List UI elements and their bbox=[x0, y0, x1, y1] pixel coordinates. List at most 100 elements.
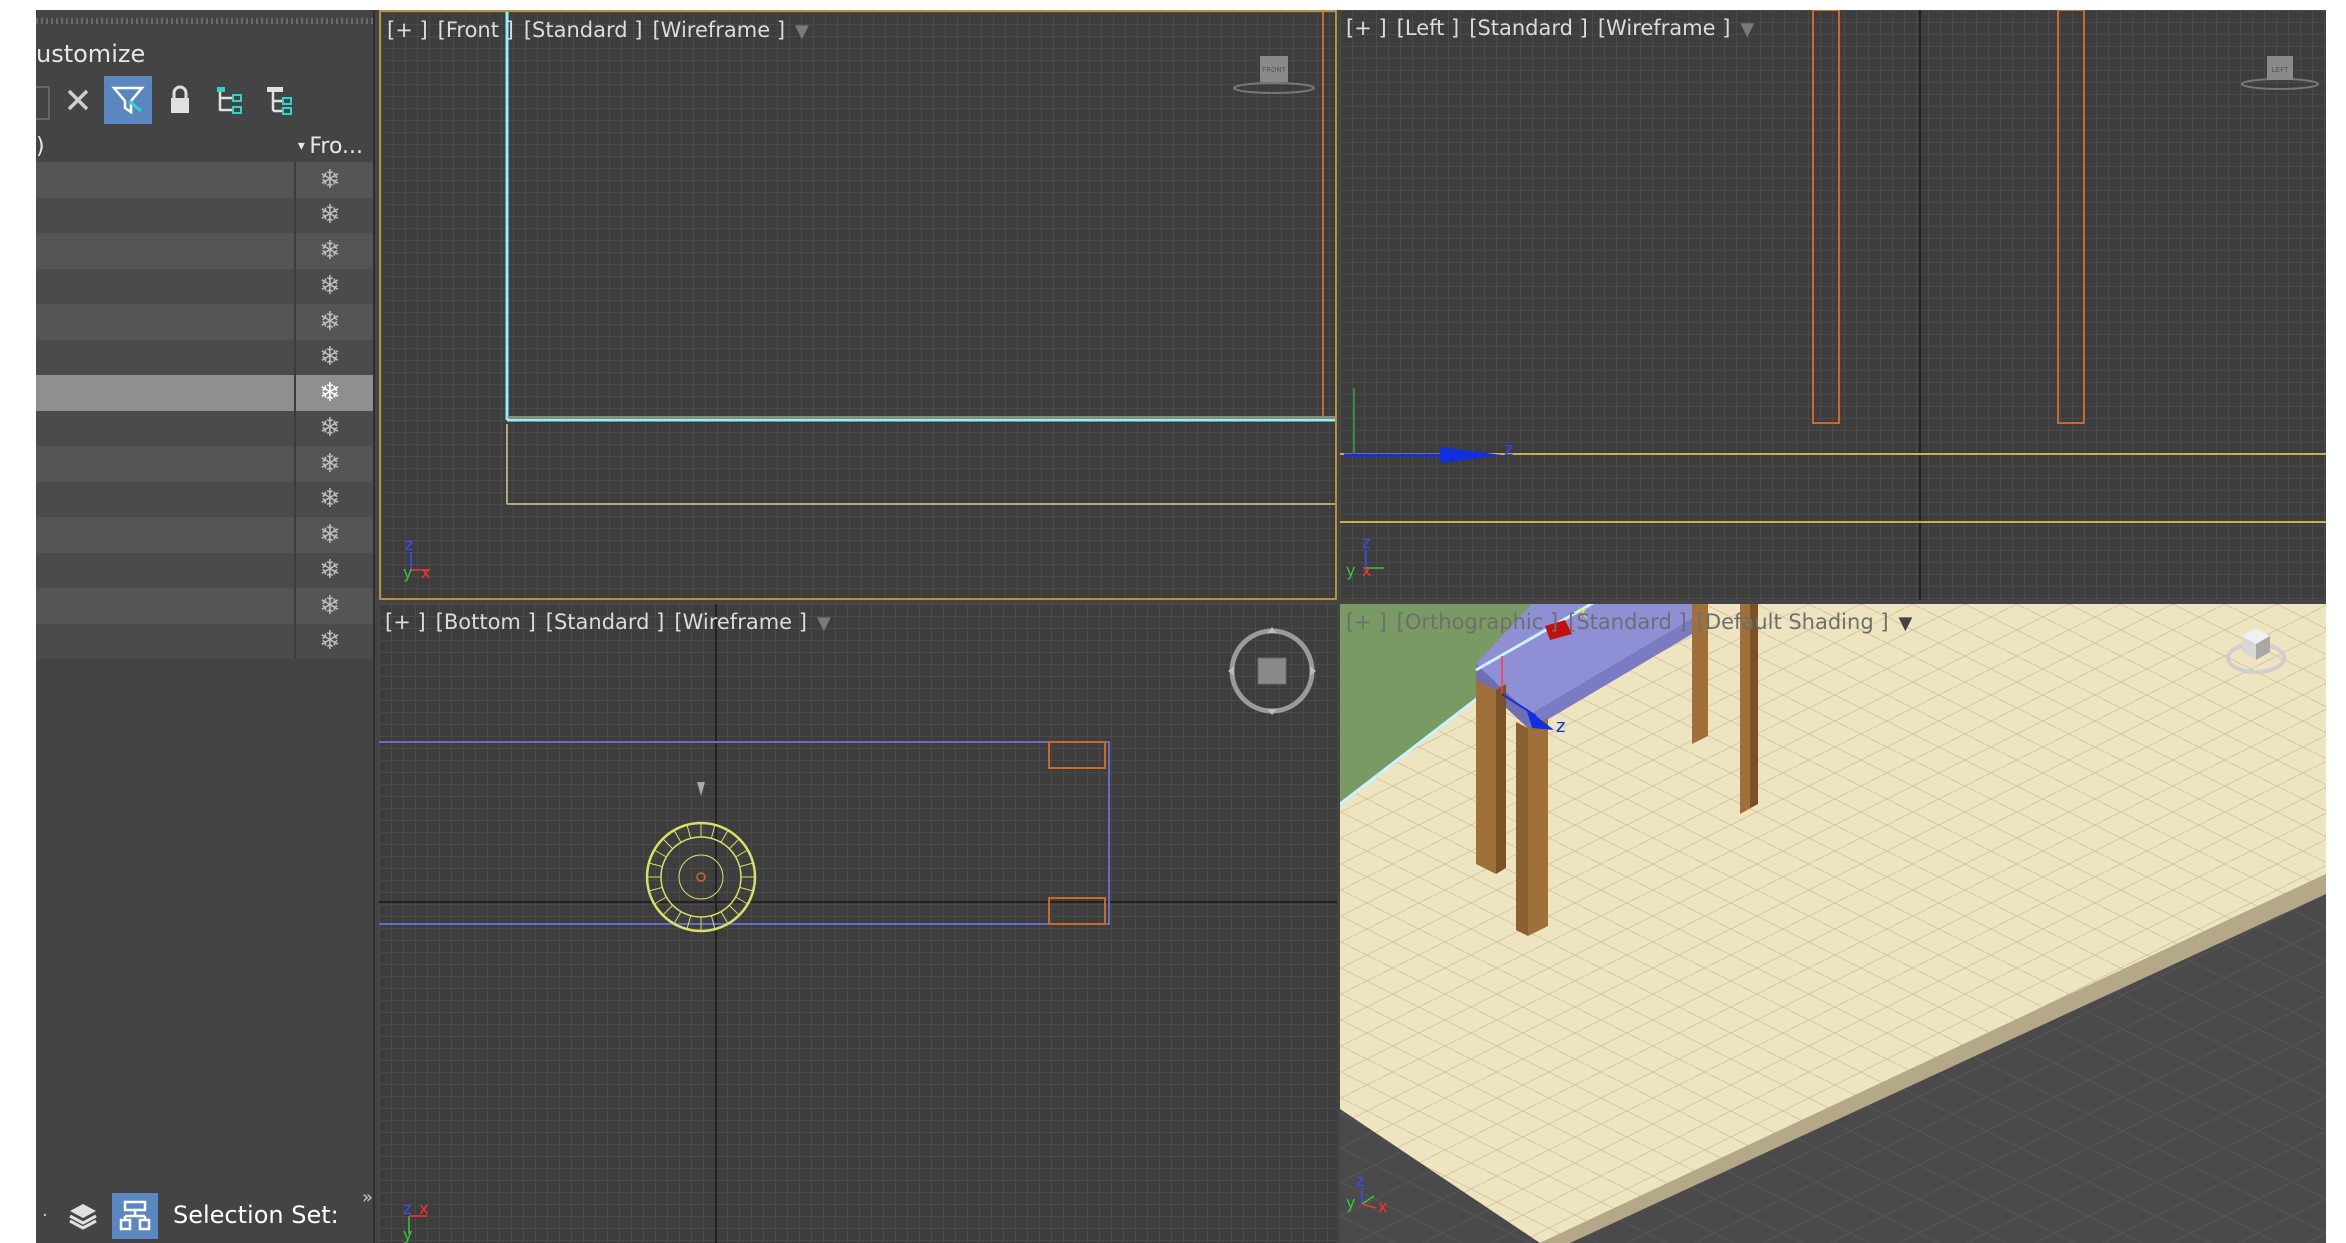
svg-text:y: y bbox=[403, 1225, 412, 1243]
viewport-menu-plus[interactable]: [+ ] bbox=[1346, 16, 1387, 40]
freeze-toggle-icon[interactable]: ❄ bbox=[294, 481, 364, 517]
viewport-mode-menu[interactable]: [Standard ] bbox=[1568, 610, 1687, 634]
freeze-toggle-icon[interactable]: ❄ bbox=[294, 233, 364, 269]
close-button[interactable] bbox=[54, 76, 102, 124]
freeze-toggle-icon[interactable]: ❄ bbox=[294, 304, 364, 340]
cylinder-segment bbox=[735, 849, 749, 858]
layers-button[interactable] bbox=[60, 1193, 106, 1239]
cylinder-segment bbox=[648, 862, 663, 868]
viewport-orthographic[interactable]: z X z y x [+ ][Orthographic ][Standard bbox=[1340, 604, 2326, 1243]
list-item[interactable]: ❄ bbox=[36, 268, 373, 304]
table-leg bbox=[1528, 718, 1548, 936]
list-item[interactable]: ❄ bbox=[36, 481, 373, 517]
viewport-menu-plus[interactable]: [+ ] bbox=[1346, 610, 1387, 634]
freeze-toggle-icon[interactable]: ❄ bbox=[294, 162, 364, 198]
list-item[interactable]: ❄ bbox=[36, 197, 373, 233]
list-item[interactable]: ❄ bbox=[36, 162, 373, 198]
freeze-toggle-icon[interactable]: ❄ bbox=[294, 623, 364, 659]
viewport-label-orthographic: [+ ] [Orthographic ] [Standard ] [Default S… bbox=[1346, 610, 1922, 634]
viewport-mode-menu[interactable]: [Standard ] bbox=[546, 610, 665, 634]
svg-text:z: z bbox=[1356, 1171, 1364, 1190]
customize-menu[interactable]: ustomize bbox=[36, 40, 145, 68]
hierarchy-alt-button[interactable] bbox=[256, 76, 304, 124]
filter-icon bbox=[111, 86, 145, 115]
freeze-toggle-icon[interactable]: ❄ bbox=[294, 197, 364, 233]
viewport-shading-menu[interactable]: [Default Shading ] bbox=[1697, 610, 1889, 634]
lock-button[interactable] bbox=[156, 76, 204, 124]
freeze-toggle-icon[interactable]: ❄ bbox=[294, 339, 364, 375]
viewport-filter-icon[interactable]: ▼ bbox=[1899, 613, 1913, 634]
cylinder-segment bbox=[710, 915, 716, 930]
svg-text:z: z bbox=[405, 535, 413, 554]
hierarchy-button[interactable] bbox=[206, 76, 254, 124]
viewport-label-left: [+ ] [Left ] [Standard ] [Wireframe ] ▼ bbox=[1346, 16, 1764, 40]
sort-arrow-icon: ▾ bbox=[297, 138, 310, 154]
freeze-toggle-icon[interactable]: ❄ bbox=[294, 268, 364, 304]
list-item[interactable]: ❄ bbox=[36, 446, 373, 482]
viewport-view-menu[interactable]: [Bottom ] bbox=[436, 610, 536, 634]
explorer-toolbar bbox=[36, 76, 373, 126]
cylinder-segment bbox=[653, 849, 667, 858]
viewport-front[interactable]: [+ ] [Front ] [Standard ] [Wireframe ] ▼ FRO… bbox=[379, 10, 1337, 600]
svg-text:y: y bbox=[403, 563, 412, 582]
hierarchy-sort-button[interactable] bbox=[112, 1193, 158, 1239]
viewport-shading-menu[interactable]: [Wireframe ] bbox=[1598, 16, 1731, 40]
viewport-filter-icon[interactable]: ▼ bbox=[795, 21, 809, 42]
list-item[interactable]: ❄ bbox=[36, 588, 373, 624]
viewport-shading-menu[interactable]: [Wireframe ] bbox=[674, 610, 807, 634]
freeze-toggle-icon[interactable]: ❄ bbox=[294, 446, 364, 482]
viewport-shading-menu[interactable]: [Wireframe ] bbox=[652, 18, 785, 42]
left-wireframe-scene: z LEFT z y x bbox=[1340, 10, 2326, 600]
selection-set-label: Selection Set: bbox=[173, 1201, 339, 1229]
freeze-column-header[interactable]: ▾ Fro... bbox=[298, 134, 363, 159]
list-item[interactable]: ❄ bbox=[36, 517, 373, 553]
panel-drag-handle[interactable] bbox=[36, 18, 373, 24]
cylinder-segment bbox=[662, 904, 674, 916]
viewport-filter-icon[interactable]: ▼ bbox=[817, 613, 831, 634]
svg-text:x: x bbox=[419, 1199, 428, 1218]
viewport-mode-menu[interactable]: [Standard ] bbox=[1469, 16, 1588, 40]
freeze-toggle-icon[interactable]: ❄ bbox=[294, 410, 364, 446]
cylinder-segment bbox=[648, 886, 663, 892]
cylinder-segment bbox=[686, 824, 692, 839]
toolbar-partial-field[interactable] bbox=[36, 86, 50, 120]
freeze-toggle-icon[interactable]: ❄ bbox=[294, 375, 364, 411]
freeze-toggle-icon[interactable]: ❄ bbox=[294, 517, 364, 553]
freeze-toggle-icon[interactable]: ❄ bbox=[294, 588, 364, 624]
list-item[interactable]: ❄ bbox=[36, 233, 373, 269]
cylinder-segment bbox=[728, 904, 740, 916]
viewport-view-menu[interactable]: [Front ] bbox=[438, 18, 514, 42]
shaded-scene: z X z y x bbox=[1340, 604, 2326, 1243]
viewport-menu-plus[interactable]: [+ ] bbox=[387, 18, 428, 42]
explorer-rows: ❄ ❄ ❄ ❄ ❄ ❄ ❄ ❄ ❄ ❄ ❄ ❄ ❄ ❄ bbox=[36, 162, 373, 659]
list-item[interactable]: ❄ bbox=[36, 623, 373, 659]
freeze-toggle-icon[interactable]: ❄ bbox=[294, 552, 364, 588]
list-item[interactable]: ❄ bbox=[36, 339, 373, 375]
name-column-header[interactable]: ) bbox=[36, 134, 45, 159]
filter-button[interactable] bbox=[104, 76, 152, 124]
svg-text:x: x bbox=[1362, 561, 1371, 580]
list-item[interactable]: ❄ bbox=[36, 375, 373, 411]
viewport-view-menu[interactable]: [Orthographic ] bbox=[1397, 610, 1558, 634]
explorer-column-header: ) ▾ Fro... bbox=[36, 132, 373, 162]
viewport-filter-icon[interactable]: ▼ bbox=[1740, 19, 1754, 40]
app-window: ustomize ) ▾ Fro... ❄ ❄ ❄ ❄ ❄ ❄ ❄ ❄ ❄ ❄ … bbox=[36, 10, 2326, 1243]
list-item[interactable]: ❄ bbox=[36, 552, 373, 588]
axis-tripod: z y x bbox=[1346, 533, 1384, 580]
table-leg bbox=[1476, 680, 1496, 874]
expand-chevron-icon[interactable]: » bbox=[362, 1187, 373, 1208]
list-item[interactable]: ❄ bbox=[36, 410, 373, 446]
viewport-view-menu[interactable]: [Left ] bbox=[1397, 16, 1460, 40]
list-item[interactable]: ❄ bbox=[36, 304, 373, 340]
close-icon bbox=[67, 89, 89, 111]
svg-text:z: z bbox=[1362, 533, 1370, 552]
bottom-wireframe-scene: /* spokes drawn below */ z x y bbox=[379, 604, 1337, 1243]
bar-separator: · bbox=[42, 1205, 48, 1226]
viewport-menu-plus[interactable]: [+ ] bbox=[385, 610, 426, 634]
viewport-left[interactable]: [+ ] [Left ] [Standard ] [Wireframe ] ▼ z LE… bbox=[1340, 10, 2326, 600]
viewport-mode-menu[interactable]: [Standard ] bbox=[524, 18, 643, 42]
viewport-bottom[interactable]: [+ ] [Bottom ] [Standard ] [Wireframe ] ▼ /*… bbox=[379, 604, 1337, 1243]
viewcube-front: FRONT bbox=[1233, 56, 1315, 94]
cylinder-segment bbox=[662, 838, 674, 850]
move-gizmo: z bbox=[1344, 388, 1513, 463]
